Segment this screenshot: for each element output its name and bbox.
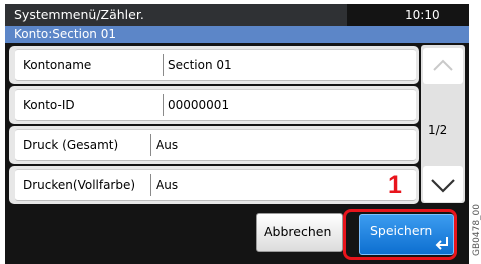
list-item-value: Section 01 [168, 58, 232, 72]
cancel-button-label: Abbrechen [264, 224, 332, 239]
list-item-value: Aus [156, 138, 179, 152]
list-item-label: Kontoname [23, 58, 92, 72]
save-button[interactable]: Speichern [359, 214, 454, 255]
divider [163, 94, 164, 116]
cancel-button[interactable]: Abbrechen [256, 213, 343, 252]
scroll-up-button[interactable] [423, 48, 463, 84]
figure-code: GB0478_00 [472, 203, 481, 256]
divider [150, 174, 151, 196]
list-item-value: 00000001 [168, 98, 230, 112]
list-item-value: Aus [156, 178, 179, 192]
save-button-label: Speichern [370, 223, 433, 238]
list-item-konto-id[interactable]: Konto-ID 00000001 [15, 89, 416, 121]
breadcrumb-bar: Konto:Section 01 [5, 26, 469, 43]
list-item-drucken-vollfarbe[interactable]: Drucken(Vollfarbe) Aus [15, 169, 416, 201]
list-item-label: Konto-ID [23, 98, 75, 112]
list-item-kontoname[interactable]: Kontoname Section 01 [15, 49, 416, 81]
enter-icon [435, 237, 448, 250]
page-indicator: 1/2 [428, 123, 448, 137]
divider [163, 54, 164, 76]
scroll-down-button[interactable] [423, 166, 463, 202]
list-item-label: Druck (Gesamt) [23, 138, 119, 152]
list-item-label: Drucken(Vollfarbe) [23, 178, 136, 192]
clock: 10:10 [405, 8, 440, 22]
list-item-druck-gesamt[interactable]: Druck (Gesamt) Aus [15, 129, 416, 161]
breadcrumb: Konto:Section 01 [14, 27, 116, 41]
page-title: Systemmenü/Zähler. [14, 7, 144, 22]
title-bar: Systemmenü/Zähler. [5, 4, 347, 26]
chevron-up-icon [433, 59, 453, 71]
chevron-down-icon [431, 179, 455, 193]
divider [150, 134, 151, 156]
callout-number: 1 [388, 171, 402, 199]
